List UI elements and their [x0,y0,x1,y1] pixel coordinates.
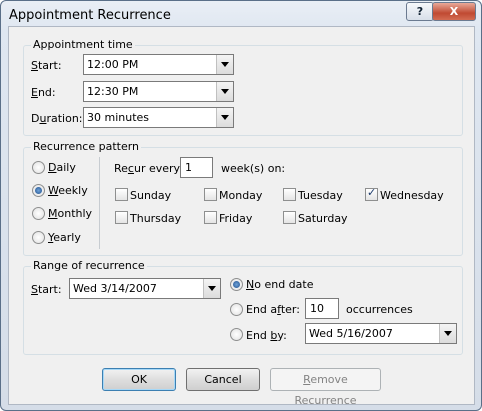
weeks-on-label: week(s) on: [221,162,286,175]
window-title: Appointment Recurrence [9,8,171,23]
saturday-checkbox[interactable] [283,211,296,224]
monday-checkbox[interactable] [204,188,217,201]
dialog-window: Appointment Recurrence ? X Appointment t… [0,0,482,411]
thursday-label[interactable]: Thursday [130,212,181,225]
daily-radio[interactable] [32,161,45,174]
recur-every-label: Recur every [114,162,181,175]
remove-recurrence-button[interactable]: Remove Recurrence [270,368,381,407]
wednesday-label[interactable]: Wednesday [380,189,444,202]
tuesday-label[interactable]: Tuesday [298,189,343,202]
start-time-label: Start: [31,59,62,72]
chevron-down-icon[interactable] [203,279,220,298]
daily-label[interactable]: Daily [48,161,76,174]
yearly-radio[interactable] [32,231,45,244]
end-by-label[interactable]: End by: [246,329,287,342]
chevron-down-icon[interactable] [216,108,233,127]
no-end-date-radio[interactable] [230,278,243,291]
range-start-combo[interactable]: Wed 3/14/2007 [69,278,221,299]
wednesday-checkbox[interactable] [365,186,378,201]
end-by-value: Wed 5/16/2007 [309,327,393,340]
help-button[interactable]: ? [406,2,434,21]
recur-every-input[interactable]: 1 [180,157,213,178]
recurrence-pattern-title: Recurrence pattern [31,140,142,153]
pattern-divider [99,157,100,249]
sunday-checkbox[interactable] [115,188,128,201]
weekly-radio[interactable] [32,184,45,197]
duration-label: Duration: [31,112,83,125]
end-after-radio[interactable] [230,303,243,316]
monday-label[interactable]: Monday [219,189,262,202]
weekly-label[interactable]: Weekly [48,184,88,197]
close-button[interactable]: X [432,2,476,21]
monthly-label[interactable]: Monthly [48,207,92,220]
range-start-value: Wed 3/14/2007 [73,282,157,295]
start-time-combo[interactable]: 12:00 PM [83,54,234,75]
appointment-time-title: Appointment time [31,38,135,51]
end-time-label: End: [31,86,56,99]
sunday-label[interactable]: Sunday [130,189,171,202]
occurrences-input[interactable]: 10 [305,298,339,319]
end-time-value: 12:30 PM [87,85,139,98]
duration-combo[interactable]: 30 minutes [83,107,234,128]
friday-label[interactable]: Friday [219,212,252,225]
chevron-down-icon[interactable] [439,324,456,343]
end-by-radio[interactable] [230,328,243,341]
saturday-label[interactable]: Saturday [298,212,348,225]
end-time-combo[interactable]: 12:30 PM [83,81,234,102]
friday-checkbox[interactable] [204,211,217,224]
no-end-date-label[interactable]: No end date [246,278,314,291]
cancel-button[interactable]: Cancel [186,368,260,391]
monthly-radio[interactable] [32,207,45,220]
duration-value: 30 minutes [87,111,150,124]
chevron-down-icon[interactable] [216,55,233,74]
end-by-combo[interactable]: Wed 5/16/2007 [305,323,457,344]
chevron-down-icon[interactable] [216,82,233,101]
range-title: Range of recurrence [31,259,147,272]
tuesday-checkbox[interactable] [283,188,296,201]
ok-button[interactable]: OK [102,368,176,391]
end-after-label[interactable]: End after: [246,303,300,316]
thursday-checkbox[interactable] [115,211,128,224]
range-start-label: Start: [31,283,62,296]
start-time-value: 12:00 PM [87,58,139,71]
yearly-label[interactable]: Yearly [48,231,81,244]
occurrences-label: occurrences [346,303,413,316]
